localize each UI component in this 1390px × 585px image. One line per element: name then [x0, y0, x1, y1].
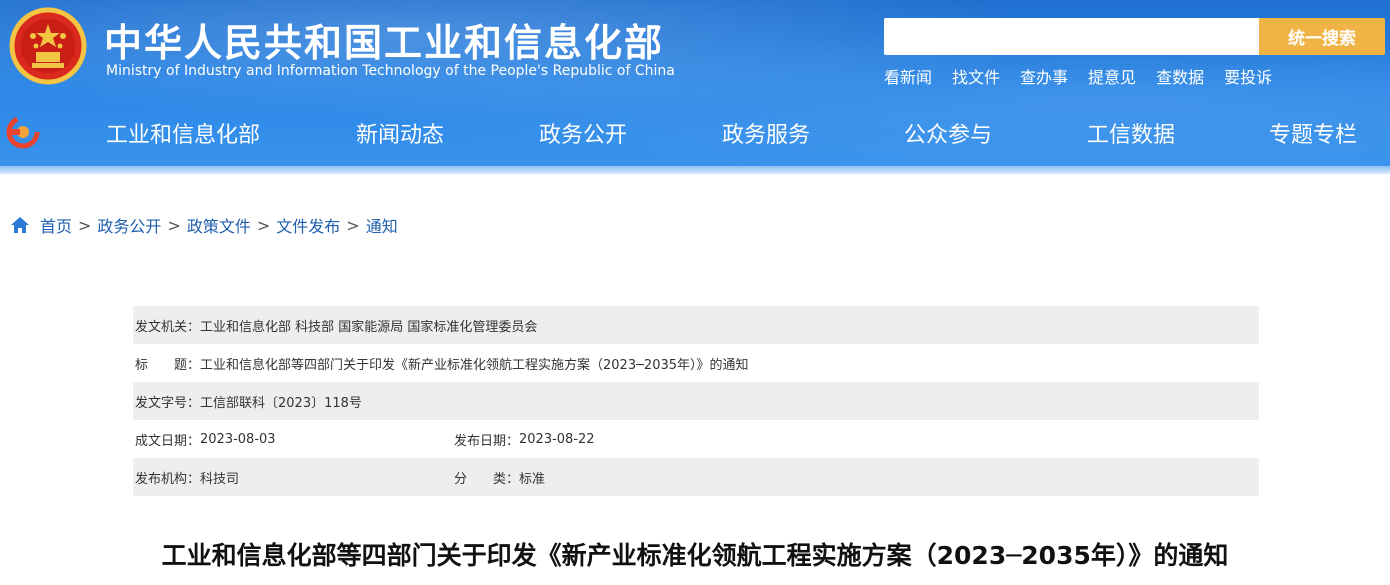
header-divider [0, 166, 1390, 174]
breadcrumb-separator: > [346, 215, 360, 235]
created-date-label: 成文日期： [135, 433, 201, 449]
site-header: 中华人民共和国工业和信息化部 Ministry of Industry and … [0, 0, 1390, 172]
breadcrumb-notice[interactable]: 通知 [366, 213, 398, 237]
meta-row-dates: 成文日期： 2023-08-03 发布日期： 2023-08-22 [133, 420, 1259, 458]
quick-links: 看新闻 找文件 查办事 提意见 查数据 要投诉 [884, 64, 1272, 88]
nav-item-public-participation[interactable]: 公众参与 [904, 117, 992, 149]
site-title-cn[interactable]: 中华人民共和国工业和信息化部 [104, 12, 664, 67]
meta-row-issuer: 发文机关： 工业和信息化部 科技部 国家能源局 国家标准化管理委员会 [133, 306, 1259, 344]
quick-link-services[interactable]: 查办事 [1020, 64, 1068, 88]
org-label: 发布机构： [135, 471, 201, 487]
breadcrumb-policy-documents[interactable]: 政策文件 [187, 213, 251, 237]
meta-row-doc-number: 发文字号： 工信部联科〔2023〕118号 [133, 382, 1259, 420]
breadcrumb-document-release[interactable]: 文件发布 [276, 213, 340, 237]
created-date-value: 2023-08-03 [200, 431, 276, 447]
breadcrumb-separator: > [167, 215, 181, 235]
site-title-en: Ministry of Industry and Information Tec… [106, 63, 675, 79]
doc-number-label: 发文字号： [135, 395, 201, 411]
home-icon[interactable] [10, 216, 30, 234]
quick-link-data[interactable]: 查数据 [1156, 64, 1204, 88]
breadcrumb: 首页 > 政务公开 > 政策文件 > 文件发布 > 通知 [10, 213, 398, 237]
doc-number-value: 工信部联科〔2023〕118号 [200, 395, 362, 411]
search-button[interactable]: 统一搜索 [1259, 18, 1385, 55]
issuer-label: 发文机关： [135, 319, 201, 335]
published-date-value: 2023-08-22 [519, 431, 595, 447]
quick-link-files[interactable]: 找文件 [952, 64, 1000, 88]
document-metadata-table: 发文机关： 工业和信息化部 科技部 国家能源局 国家标准化管理委员会 标 题： … [133, 306, 1259, 496]
category-label: 分 类： [454, 471, 520, 487]
nav-item-data[interactable]: 工信数据 [1087, 117, 1175, 149]
search-input[interactable] [884, 18, 1260, 55]
meta-row-title: 标 题： 工业和信息化部等四部门关于印发《新产业标准化领航工程实施方案（2023… [133, 344, 1259, 382]
nav-item-government-services[interactable]: 政务服务 [722, 117, 810, 149]
category-value: 标准 [519, 471, 546, 487]
nav-item-miit[interactable]: 工业和信息化部 [106, 117, 260, 149]
breadcrumb-separator: > [256, 215, 271, 235]
breadcrumb-separator: > [78, 215, 92, 235]
issuer-value: 工业和信息化部 科技部 国家能源局 国家标准化管理委员会 [200, 319, 538, 335]
breadcrumb-government-affairs[interactable]: 政务公开 [97, 213, 161, 237]
national-emblem-icon[interactable] [8, 6, 88, 86]
quick-link-feedback[interactable]: 提意见 [1088, 64, 1136, 88]
miit-logo-icon[interactable] [6, 115, 40, 149]
quick-link-news[interactable]: 看新闻 [884, 64, 932, 88]
published-date-label: 发布日期： [454, 433, 520, 449]
nav-item-government-affairs[interactable]: 政务公开 [539, 117, 627, 149]
quick-link-complaint[interactable]: 要投诉 [1224, 64, 1272, 88]
title-label: 标 题： [135, 357, 201, 373]
document-title: 工业和信息化部等四部门关于印发《新产业标准化领航工程实施方案（2023─2035… [161, 541, 1229, 570]
nav-item-special-topics[interactable]: 专题专栏 [1269, 117, 1357, 149]
org-value: 科技司 [200, 471, 240, 487]
title-value: 工业和信息化部等四部门关于印发《新产业标准化领航工程实施方案（2023─2035… [200, 357, 749, 373]
meta-row-org: 发布机构： 科技司 分 类： 标准 [133, 458, 1259, 496]
breadcrumb-home[interactable]: 首页 [40, 213, 72, 237]
nav-item-news[interactable]: 新闻动态 [356, 117, 444, 149]
